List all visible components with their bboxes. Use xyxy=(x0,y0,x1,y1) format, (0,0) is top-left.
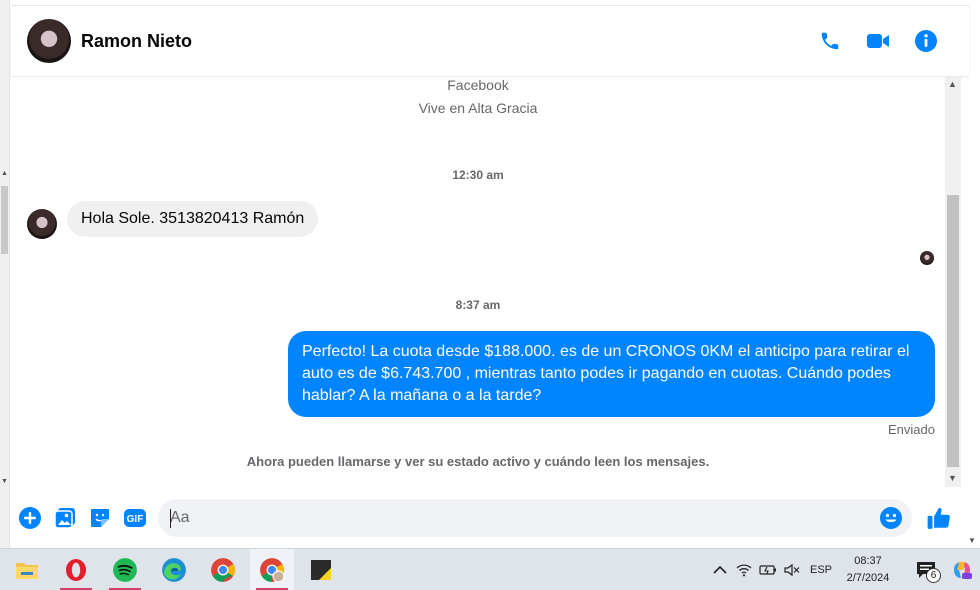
message-list[interactable]: Facebook Vive en Alta Gracia 12:30 am Ho… xyxy=(11,77,945,494)
outer-left-scrollbar[interactable]: ▲ ▼ xyxy=(0,0,10,548)
message-input-wrapper xyxy=(158,499,912,537)
incoming-message[interactable]: Hola Sole. 3513820413 Ramón xyxy=(67,201,319,237)
scroll-down-arrow[interactable]: ▼ xyxy=(948,473,957,483)
phone-call-icon[interactable] xyxy=(817,28,843,54)
profile-location: Vive en Alta Gracia xyxy=(418,100,538,116)
video-call-icon[interactable] xyxy=(865,28,891,54)
composer-tools: GIF xyxy=(17,505,148,531)
system-tray: ESP 08:37 2/7/2024 6 xyxy=(708,549,980,590)
chrome-browser-icon[interactable] xyxy=(201,549,245,590)
sender-avatar[interactable] xyxy=(27,209,57,239)
spotify-icon[interactable] xyxy=(103,549,147,590)
message-input[interactable] xyxy=(170,509,850,527)
privacy-notice: Ahora pueden llamarse y ver su estado ac… xyxy=(246,454,710,469)
scroll-down-arrow[interactable]: ▼ xyxy=(1,478,8,485)
clock-date: 2/7/2024 xyxy=(846,571,890,584)
sticky-notes-icon[interactable] xyxy=(299,549,343,590)
timestamp-divider: 8:37 am xyxy=(455,298,501,312)
attach-image-icon[interactable] xyxy=(52,505,78,531)
messenger-window: ▲ ▼ Ramon Nieto Facebook Vive en Alta Gr… xyxy=(0,0,980,590)
outer-scroll-thumb[interactable] xyxy=(1,186,8,254)
message-status: Enviado xyxy=(888,422,935,437)
scroll-up-arrow[interactable]: ▲ xyxy=(948,79,957,89)
outer-scroll-down-arrow[interactable]: ▼ xyxy=(968,536,976,545)
battery-charging-icon[interactable] xyxy=(756,558,780,582)
chevron-up-icon[interactable] xyxy=(708,558,732,582)
outgoing-message[interactable]: Perfecto! La cuota desde $188.000. es de… xyxy=(288,331,935,417)
message-composer: GIF xyxy=(11,494,969,542)
header-actions xyxy=(817,28,939,54)
edge-browser-icon[interactable] xyxy=(152,549,196,590)
input-language[interactable]: ESP xyxy=(810,564,832,576)
gif-label: GIF xyxy=(127,514,144,525)
opera-browser-icon[interactable] xyxy=(54,549,98,590)
clock-time: 08:37 xyxy=(854,554,882,567)
like-thumbs-up-icon[interactable] xyxy=(926,505,952,531)
notification-center-icon[interactable]: 6 xyxy=(912,556,941,584)
contact-name[interactable]: Ramon Nieto xyxy=(81,31,192,52)
info-icon[interactable] xyxy=(913,28,939,54)
notification-count-badge: 6 xyxy=(926,567,941,583)
more-actions-icon[interactable] xyxy=(17,505,43,531)
open-indicator xyxy=(109,587,141,590)
sticker-icon[interactable] xyxy=(87,505,113,531)
open-indicator xyxy=(256,587,288,590)
emoji-icon[interactable] xyxy=(878,505,904,531)
volume-muted-icon[interactable] xyxy=(780,558,804,582)
scroll-up-arrow[interactable]: ▲ xyxy=(1,170,8,177)
file-explorer-icon[interactable] xyxy=(5,549,49,590)
gif-icon[interactable]: GIF xyxy=(122,505,148,531)
conversation-header: Ramon Nieto xyxy=(11,5,969,76)
chat-scrollbar[interactable]: ▲ ▼ xyxy=(945,77,961,487)
windows-taskbar: ESP 08:37 2/7/2024 6 xyxy=(0,548,980,590)
seen-receipt-avatar xyxy=(920,251,934,265)
system-clock[interactable]: 08:37 2/7/2024 xyxy=(842,553,894,587)
chrome-profile-icon[interactable] xyxy=(250,548,294,590)
profile-source: Facebook xyxy=(447,77,509,93)
contact-avatar[interactable] xyxy=(27,19,71,63)
wifi-icon[interactable] xyxy=(732,558,756,582)
timestamp-divider: 12:30 am xyxy=(452,168,504,182)
chat-scroll-thumb[interactable] xyxy=(947,195,959,467)
text-caret xyxy=(170,509,171,528)
open-indicator xyxy=(60,587,92,590)
copilot-preview-icon[interactable] xyxy=(950,558,974,582)
